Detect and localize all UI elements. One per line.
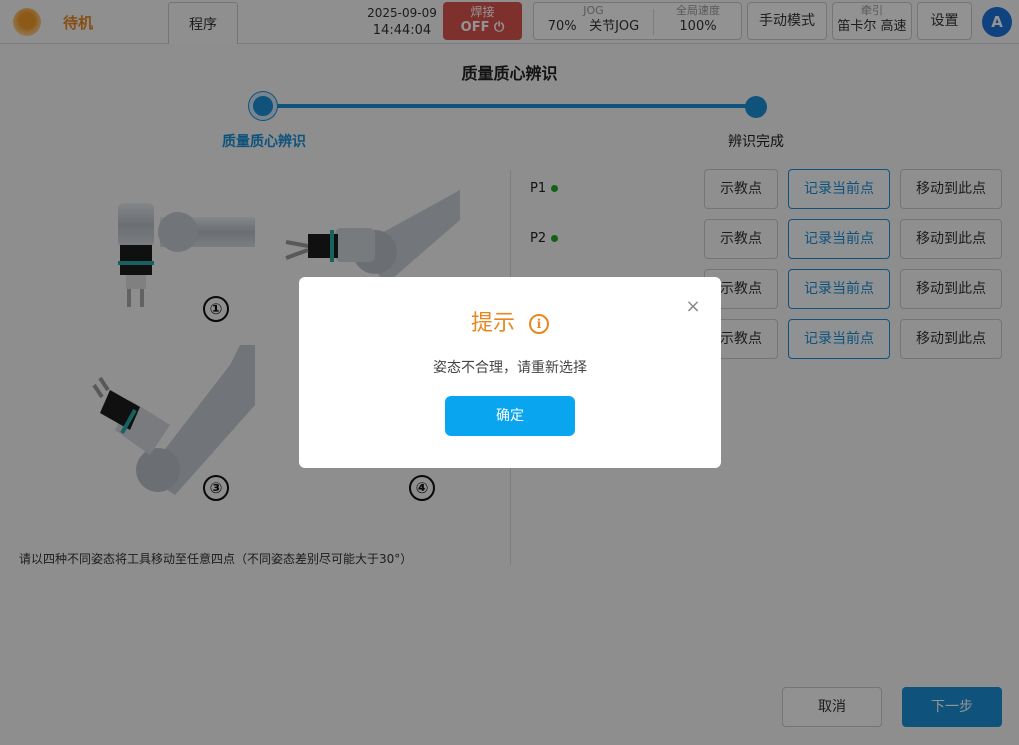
- info-icon: i: [529, 314, 549, 334]
- dialog-title: 提示 i: [299, 305, 721, 337]
- confirm-button[interactable]: 确定: [445, 396, 575, 436]
- alert-dialog: × 提示 i 姿态不合理，请重新选择 确定: [299, 277, 721, 468]
- dialog-message: 姿态不合理，请重新选择: [433, 360, 587, 376]
